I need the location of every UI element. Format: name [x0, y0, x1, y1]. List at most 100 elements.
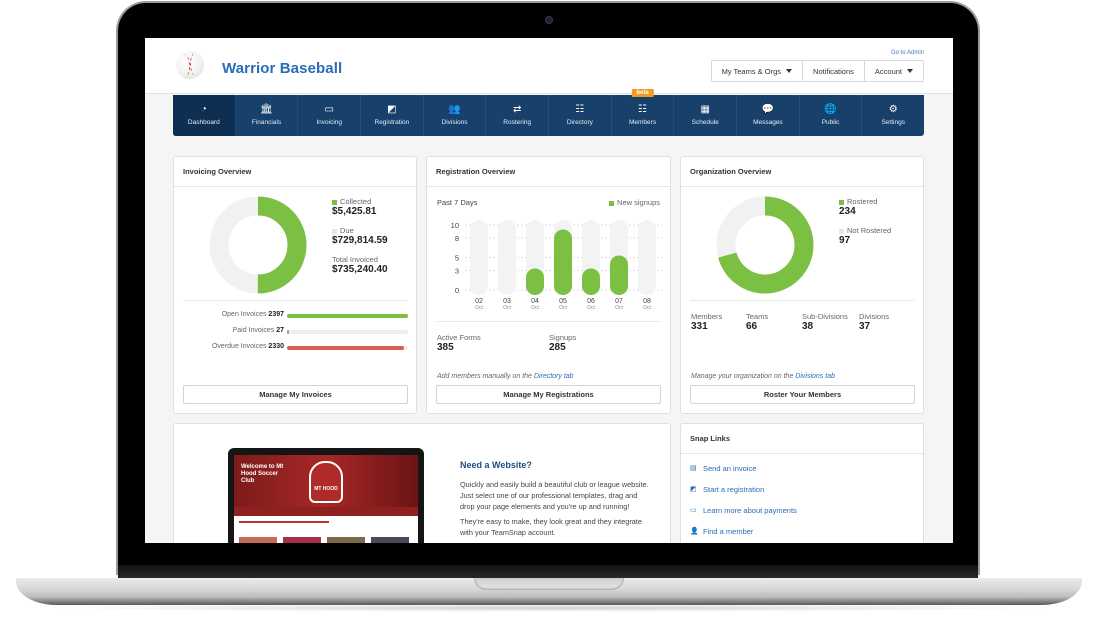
- progress-track: [287, 346, 408, 350]
- divisions-tab-link[interactable]: Divisions tab: [795, 373, 835, 380]
- nav-item-financials[interactable]: 🏛 Financials: [236, 95, 299, 136]
- signups-stat: Signups 285: [549, 333, 576, 353]
- nav-item-messages[interactable]: 💬 Messages: [737, 95, 800, 136]
- roster-members-button[interactable]: Roster Your Members: [690, 385, 915, 404]
- promo-paragraph: Quickly and easily build a beautiful clu…: [460, 480, 649, 511]
- caret-down-icon: [786, 69, 793, 73]
- top-bar: Warrior Baseball Go to Admin My Teams & …: [145, 38, 953, 94]
- x-tick-month: Oct: [531, 305, 539, 311]
- baseball-logo-icon[interactable]: [176, 51, 204, 79]
- bar-06[interactable]: [582, 268, 600, 296]
- calendar-icon: ▦: [700, 104, 710, 115]
- snap-link-send-invoice[interactable]: ▤ Send an invoice: [690, 464, 756, 473]
- org-title[interactable]: Warrior Baseball: [222, 60, 342, 77]
- invoice-status-row: Paid Invoices 27: [174, 327, 414, 337]
- nav-label: Settings: [881, 119, 905, 126]
- row-count: 2397: [268, 311, 284, 318]
- x-tick-month: Oct: [587, 305, 595, 311]
- thumb: [239, 537, 277, 543]
- x-tick-month: Oct: [475, 305, 483, 311]
- stat-value: 331: [691, 321, 708, 332]
- stat-teams: Teams 66: [746, 312, 768, 332]
- stat-label: Teams: [746, 312, 769, 321]
- bar-04[interactable]: [526, 268, 544, 296]
- bar-05[interactable]: [554, 229, 572, 296]
- mock-thumbnails: [239, 537, 409, 543]
- nav-item-directory[interactable]: ☷ Directory: [549, 95, 612, 136]
- stat-members: Members 331: [691, 312, 722, 332]
- active-forms-value: 385: [437, 342, 454, 353]
- nav-label: Rostering: [503, 119, 532, 126]
- account-button[interactable]: Account: [865, 61, 923, 81]
- x-tick-month: Oct: [559, 305, 567, 311]
- row-count: 27: [276, 327, 284, 334]
- stat-value: 37: [859, 321, 871, 332]
- snap-link-payments[interactable]: ▭ Learn more about payments: [690, 506, 797, 515]
- website-promo-card: Welcome to Mt Hood Soccer Club MT HOOD N…: [173, 423, 671, 543]
- row-label: Paid Invoices: [232, 327, 275, 334]
- signpost-icon: ⇄: [513, 104, 522, 115]
- progress-fill: [287, 346, 405, 350]
- website-preview-screen: Welcome to Mt Hood Soccer Club MT HOOD: [234, 455, 418, 543]
- credit-card-icon: ▭: [324, 104, 334, 115]
- invoice-status-label: Overdue Invoices 2330: [212, 343, 284, 350]
- x-tick-day: 07: [615, 298, 623, 305]
- registration-icon: ◩: [690, 485, 697, 493]
- not-rostered-label: Not Rostered: [847, 226, 892, 235]
- rostered-value: 234: [839, 206, 856, 217]
- nav-label: Messages: [753, 119, 783, 126]
- snap-link-start-registration[interactable]: ◩ Start a registration: [690, 485, 764, 494]
- nav-label: Members: [628, 119, 657, 126]
- rostered-label: Rostered: [847, 197, 878, 206]
- not-rostered-legend: Not Rostered: [839, 226, 891, 235]
- bar-track: [498, 220, 516, 295]
- divider: [690, 300, 915, 301]
- active-forms-stat: Active Forms 385: [437, 333, 481, 353]
- directory-note: Add members manually on the Directory ta…: [437, 373, 574, 380]
- nav-item-invoicing[interactable]: ▭ Invoicing: [298, 95, 362, 136]
- invoicing-overview-card: Invoicing Overview Collected $5,425.81 D…: [173, 156, 417, 414]
- nav-item-schedule[interactable]: ▦ Schedule: [674, 95, 738, 136]
- progress-track: [287, 314, 408, 318]
- nav-item-public[interactable]: 🌐 Public: [800, 95, 863, 136]
- promo-title: Need a Website?: [460, 460, 532, 470]
- nav-label: Public: [821, 119, 840, 126]
- notifications-button[interactable]: Notifications: [803, 61, 865, 81]
- manage-registrations-button[interactable]: Manage My Registrations: [436, 385, 661, 404]
- nav-item-dashboard[interactable]: ◔ Dashboard: [173, 95, 236, 136]
- top-button-group: My Teams & Orgs Notifications Account: [710, 60, 924, 82]
- nav-item-registration[interactable]: ◩ Registration: [361, 95, 424, 136]
- y-tick-label: 8: [455, 234, 459, 243]
- app-screen: Warrior Baseball Go to Admin My Teams & …: [145, 38, 953, 543]
- nav-item-rostering[interactable]: ⇄ Rostering: [486, 95, 550, 136]
- bar-07[interactable]: [610, 255, 628, 296]
- stat-label: Members: [691, 312, 723, 321]
- organization-legend: Rostered 234 Not Rostered 97: [839, 197, 891, 246]
- bank-icon: 🏛: [260, 104, 273, 115]
- my-teams-orgs-button[interactable]: My Teams & Orgs: [712, 61, 804, 81]
- directory-tab-link[interactable]: Directory tab: [534, 373, 574, 380]
- website-preview-hero: Welcome to Mt Hood Soccer Club MT HOOD: [234, 455, 418, 507]
- stat-sub-divisions: Sub-Divisions 38: [802, 312, 848, 332]
- members-icon: ☷: [638, 104, 648, 115]
- mock-site-title: Welcome to Mt Hood Soccer Club: [241, 464, 284, 484]
- laptop-notch: [474, 578, 624, 590]
- webcam-icon: [545, 16, 553, 24]
- collected-value: $5,425.81: [332, 206, 377, 217]
- my-teams-orgs-label: My Teams & Orgs: [721, 66, 782, 76]
- go-to-admin-link[interactable]: Go to Admin: [891, 50, 924, 56]
- mock-nav: [234, 507, 418, 516]
- snap-link-find-member[interactable]: 👤 Find a member: [690, 527, 753, 536]
- invoice-status-label: Paid Invoices 27: [233, 327, 284, 334]
- nav-item-divisions[interactable]: 👥 Divisions: [424, 95, 487, 136]
- x-tick-month: Oct: [615, 305, 623, 311]
- y-tick-label: 3: [455, 267, 459, 276]
- manage-invoices-button[interactable]: Manage My Invoices: [183, 385, 408, 404]
- nav-item-settings[interactable]: ⚙ Settings: [862, 95, 924, 136]
- progress-fill: [287, 330, 290, 334]
- progress-fill: [287, 314, 408, 318]
- nav-label: Invoicing: [316, 119, 342, 126]
- nav-item-members[interactable]: beta ☷ Members: [612, 89, 675, 136]
- y-tick-label: 5: [455, 254, 459, 263]
- bar-track: [470, 220, 488, 295]
